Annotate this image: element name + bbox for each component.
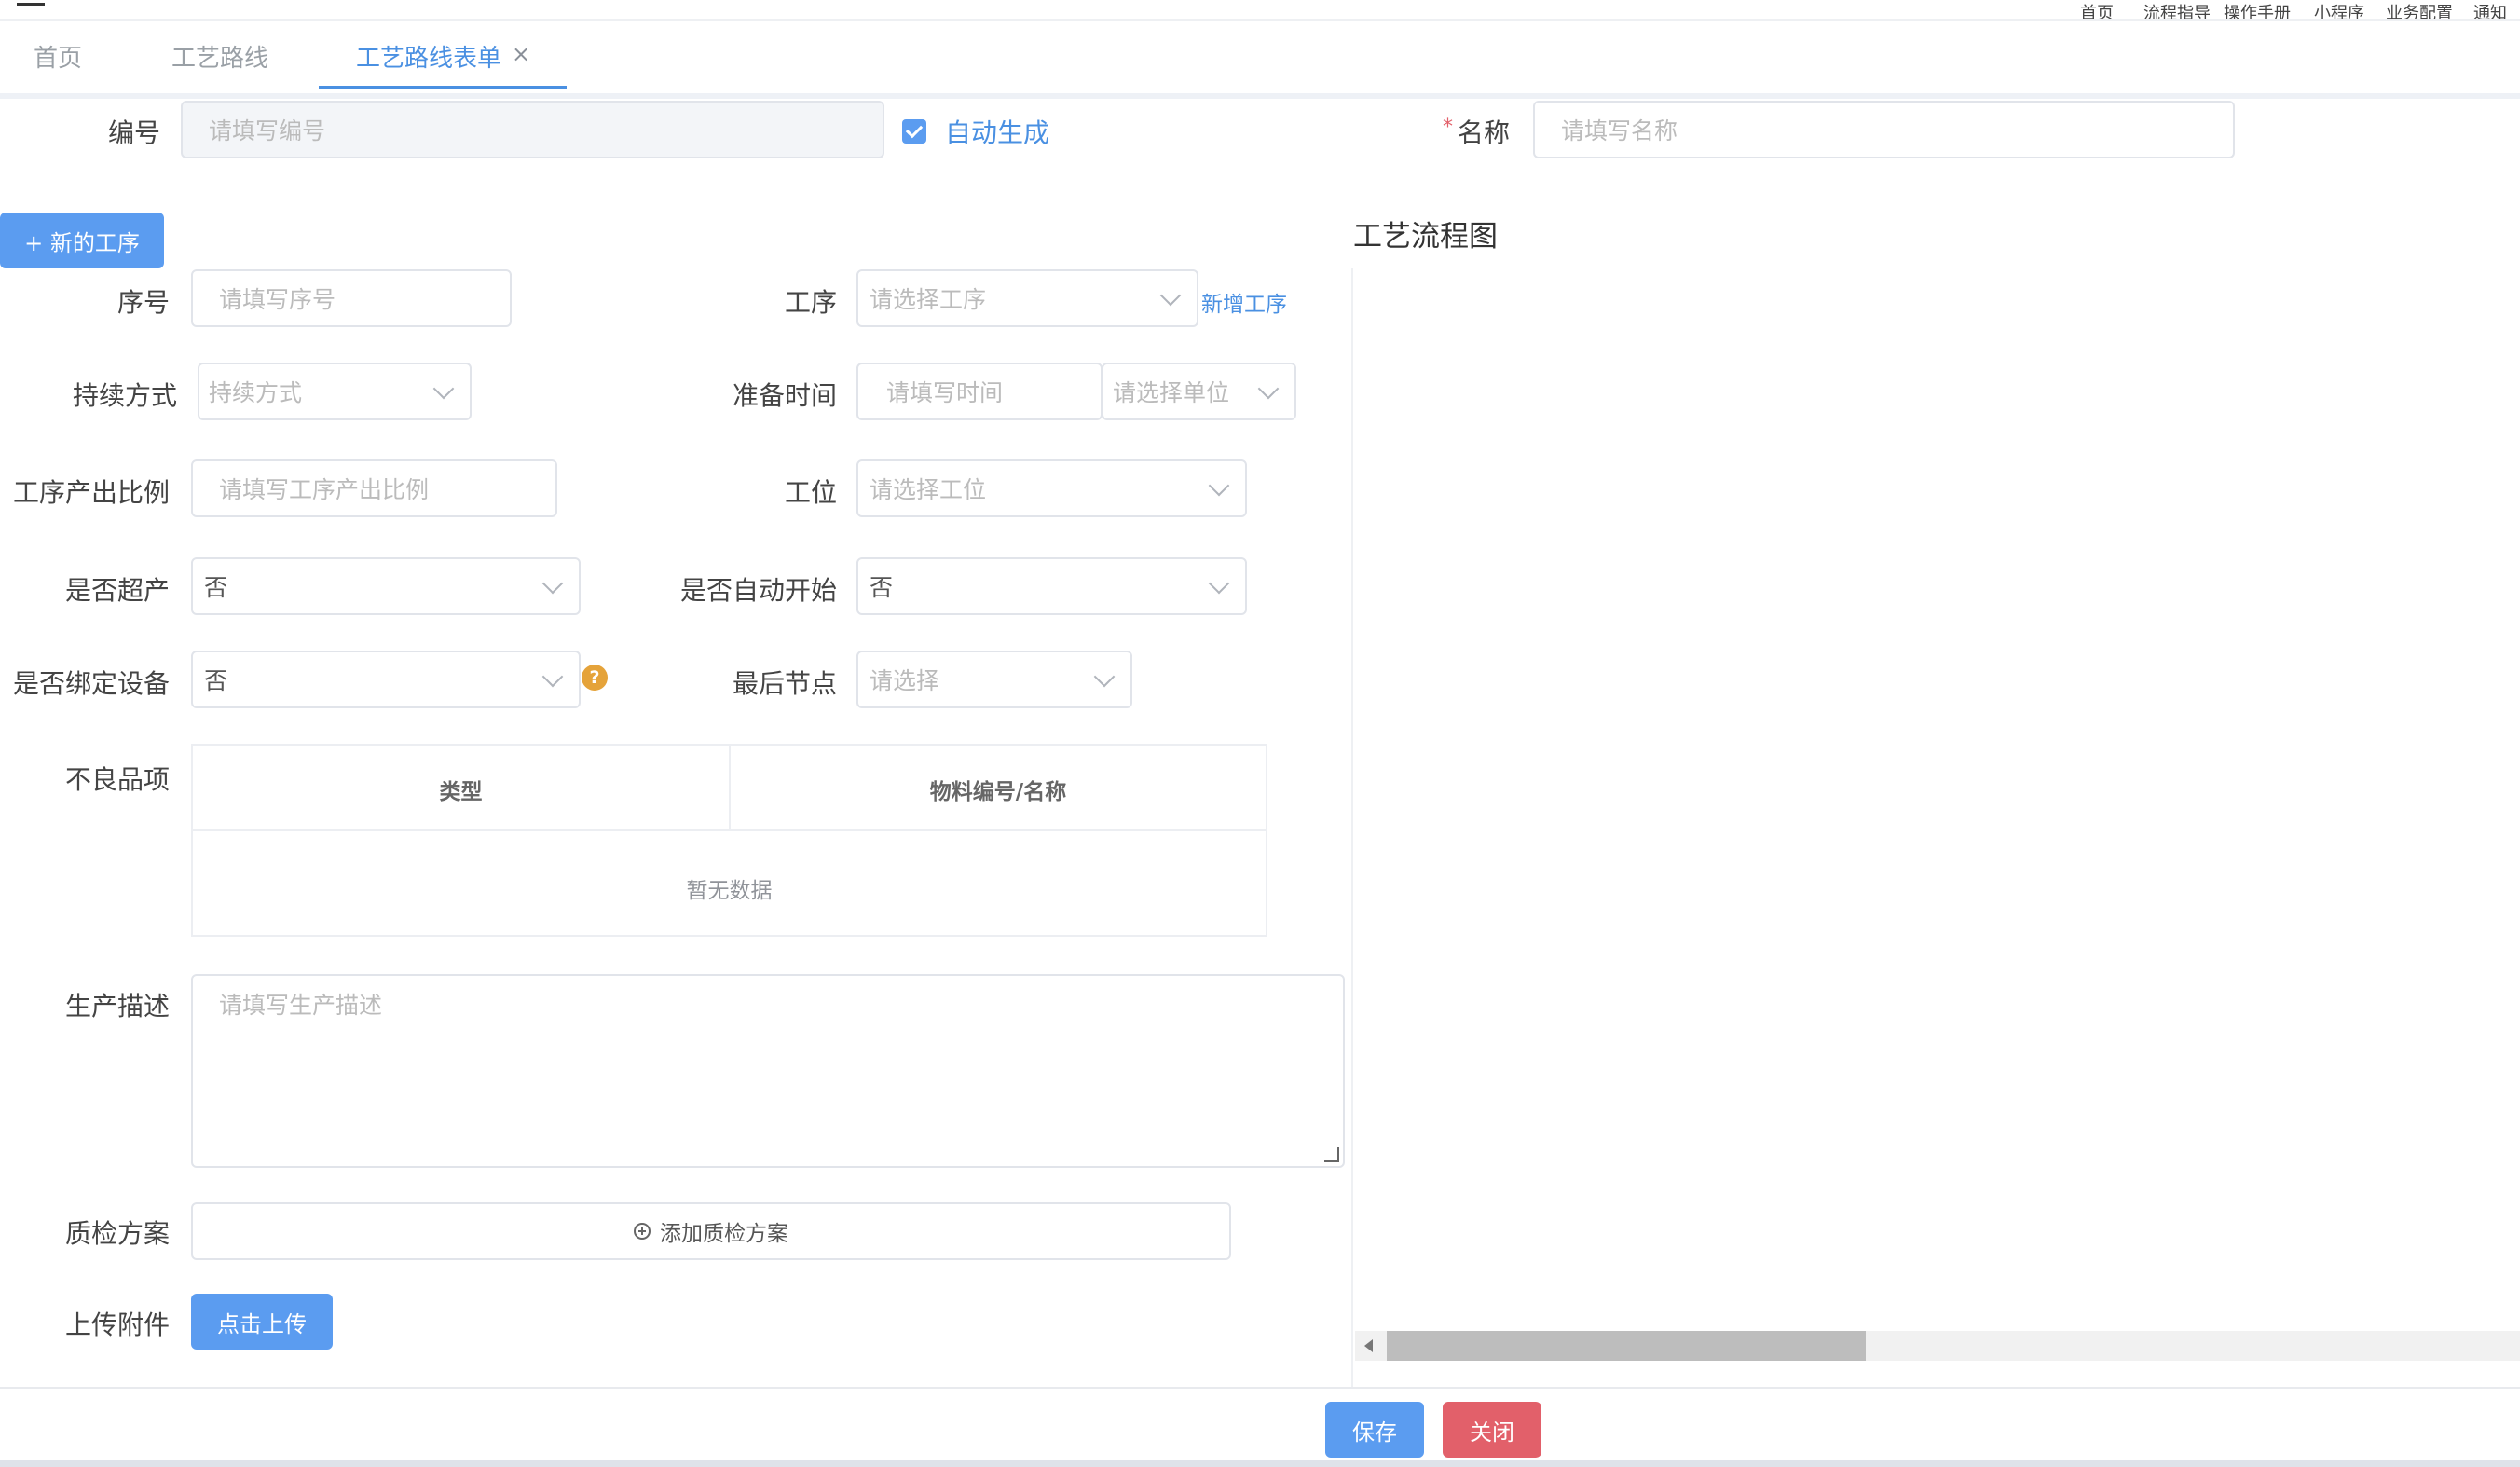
desc-label: 生产描述 [64,991,170,1021]
chevron-down-icon [1257,377,1280,400]
prep-time-input[interactable]: 请填写时间 [856,363,1102,420]
table-empty-text: 暂无数据 [686,879,773,903]
top-nav-manual[interactable]: 操作手册 [2224,0,2291,24]
overproduce-label: 是否超产 [64,575,170,606]
resize-handle-icon[interactable] [1324,1147,1339,1162]
chevron-down-icon [432,377,455,400]
top-nav-notifications[interactable]: 通知 [2473,0,2507,24]
chevron-down-icon [541,572,564,595]
output-ratio-placeholder: 请填写工序产出比例 [219,476,430,503]
tab-process-route[interactable]: 工艺路线 [171,39,268,74]
auto-generate-checkbox[interactable] [902,119,926,144]
output-ratio-label: 工序产出比例 [12,477,170,508]
help-icon[interactable]: ? [582,665,608,691]
table-header-material: 物料编号/名称 [929,780,1067,804]
desc-placeholder: 请填写生产描述 [219,992,383,1019]
table-header-type: 类型 [439,780,483,804]
last-node-label: 最后节点 [732,668,837,699]
flow-chart-canvas[interactable] [1355,268,2520,1331]
seq-input[interactable]: 请填写序号 [191,269,512,327]
save-button[interactable]: 保存 [1325,1402,1424,1458]
auto-start-value: 否 [870,574,894,601]
auto-generate-label[interactable]: 自动生成 [945,113,1049,150]
check-icon [905,120,924,139]
overproduce-select[interactable]: 否 [191,557,581,615]
code-label: 编号 [107,117,160,148]
plus-circle-icon [634,1223,651,1240]
close-button[interactable]: 关闭 [1443,1402,1541,1458]
seq-label: 序号 [116,287,170,318]
overproduce-value: 否 [204,574,228,601]
active-tab-underline [319,86,567,89]
station-select[interactable]: 请选择工位 [856,459,1247,517]
qc-add-button[interactable]: 添加质检方案 [191,1202,1231,1260]
scrollbar-thumb[interactable] [1387,1331,1866,1361]
chevron-down-icon [1208,474,1230,497]
upload-button[interactable]: 点击上传 [191,1294,333,1350]
tab-home[interactable]: 首页 [34,39,82,74]
flow-chart-scrollbar[interactable] [1355,1331,2520,1361]
auto-start-label: 是否自动开始 [679,575,837,606]
tab-close-icon[interactable]: × [512,41,530,67]
unit-select[interactable]: 请选择单位 [1102,363,1296,420]
defects-label: 不良品项 [64,764,170,795]
chevron-down-icon [541,665,564,688]
required-mark: * [1443,116,1453,139]
top-nav-home[interactable]: 首页 [2080,0,2114,24]
flow-chart-title: 工艺流程图 [1353,220,1498,254]
last-node-select[interactable]: 请选择 [856,651,1132,708]
process-placeholder: 请选择工序 [870,286,987,313]
unit-placeholder: 请选择单位 [1113,379,1230,406]
bind-device-value: 否 [204,667,228,694]
process-select[interactable]: 请选择工序 [856,269,1198,327]
seq-placeholder: 请填写序号 [219,286,336,313]
top-nav-divider [0,19,2520,21]
scroll-left-arrow-icon[interactable] [1364,1339,1373,1352]
process-label: 工序 [784,287,837,318]
bind-device-label: 是否绑定设备 [12,668,170,699]
name-input[interactable]: 请填写名称 [1533,101,2235,158]
duration-label: 持续方式 [72,380,177,411]
bind-device-select[interactable]: 否 [191,651,581,708]
tab-process-route-form[interactable]: 工艺路线表单 [356,39,501,74]
bottom-edge [0,1460,2520,1467]
last-node-placeholder: 请选择 [870,667,940,694]
attach-label: 上传附件 [64,1309,170,1340]
top-nav-business-config[interactable]: 业务配置 [2386,0,2453,24]
station-label: 工位 [784,477,837,508]
top-nav-process-guide[interactable]: 流程指导 [2143,0,2211,24]
chevron-down-icon [1093,665,1116,688]
top-nav: 首页 流程指导 操作手册 小程序 业务配置 通知 [0,0,2520,23]
chevron-down-icon [1159,284,1182,307]
add-process-link[interactable]: 新增工序 [1201,286,1287,318]
station-placeholder: 请选择工位 [870,476,987,503]
chevron-down-icon [1208,572,1230,595]
desc-textarea[interactable]: 请填写生产描述 [191,974,1345,1168]
output-ratio-input[interactable]: 请填写工序产出比例 [191,459,557,517]
prep-time-label: 准备时间 [732,380,837,411]
duration-select[interactable]: 持续方式 [198,363,472,420]
code-input[interactable]: 请填写编号 [181,101,884,158]
new-process-button[interactable]: + 新的工序 [0,213,164,268]
defects-table: 类型 物料编号/名称 暂无数据 [191,744,1267,937]
footer-bar [0,1387,2520,1467]
auto-start-select[interactable]: 否 [856,557,1247,615]
name-placeholder: 请填写名称 [1561,117,1678,144]
qc-add-label: 添加质检方案 [660,1222,788,1246]
duration-placeholder: 持续方式 [209,379,303,406]
top-nav-mini-program[interactable]: 小程序 [2314,0,2364,24]
prep-time-placeholder: 请填写时间 [886,379,1004,406]
tabs-divider [0,93,2520,99]
qc-label: 质检方案 [64,1218,170,1249]
name-label: 名称 [1458,117,1511,148]
code-placeholder: 请填写编号 [209,117,326,144]
